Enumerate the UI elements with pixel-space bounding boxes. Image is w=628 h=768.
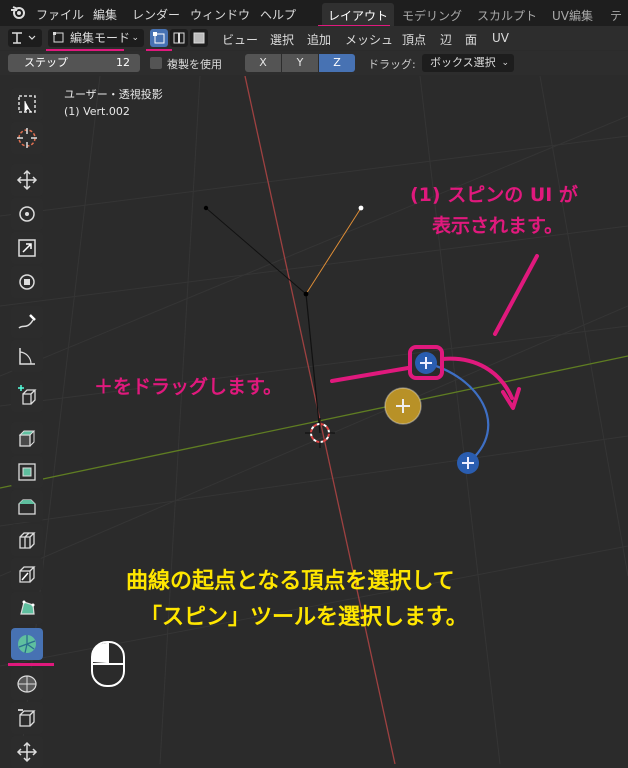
tool-annotate[interactable] xyxy=(11,306,43,338)
loop-cut-icon xyxy=(19,532,36,549)
annotation-arrow-drag xyxy=(330,366,410,383)
top-menubar: ファイル 編集 レンダー ウィンドウ ヘルプ レイアウト モデリング スカルプト… xyxy=(0,0,628,40)
cursor-icon xyxy=(17,128,37,148)
rotate-icon xyxy=(19,206,35,222)
annotation-ui-shown: (1) スピンの UI が 表示されます。 xyxy=(410,180,628,242)
annotation-drag: ＋をドラッグします。 xyxy=(94,376,283,398)
annotation-ui-line1: (1) スピンの UI が xyxy=(410,184,578,206)
highlight-underline-spin xyxy=(8,663,54,666)
header-menu-view[interactable]: ビュー xyxy=(222,31,258,48)
menu-edit[interactable]: 編集 xyxy=(93,6,117,23)
workspace-tab-uv[interactable]: UV編集 xyxy=(552,7,593,24)
annotation-bottom-line2: 「スピン」ツールを選択します。 xyxy=(140,605,468,630)
edge-select-button[interactable] xyxy=(170,29,188,47)
steps-label: ステップ xyxy=(24,56,68,69)
menu-render[interactable]: レンダー xyxy=(132,6,180,23)
tool-edge-slide[interactable] xyxy=(11,702,43,734)
header-menu-vertex[interactable]: 頂点 xyxy=(402,31,426,48)
tool-spin[interactable] xyxy=(11,628,43,660)
header-menu-mesh[interactable]: メッシュ xyxy=(345,31,393,48)
workspace-tab-sculpt[interactable]: スカルプト xyxy=(477,7,537,24)
header-menu-face[interactable]: 面 xyxy=(465,31,477,48)
tool-select-box[interactable] xyxy=(11,88,43,120)
select-box-icon xyxy=(18,95,36,113)
view-name-label: ユーザー・透視投影 xyxy=(64,88,163,101)
edge-slide-icon xyxy=(18,709,36,727)
annotation-arrow-ui xyxy=(493,254,539,336)
editor-type-button[interactable] xyxy=(8,29,42,47)
annotation-bottom-line1: 曲線の起点となる頂点を選択して xyxy=(126,569,455,594)
move-icon xyxy=(16,169,38,191)
extrude-icon xyxy=(18,430,36,447)
transform-icon xyxy=(19,274,35,290)
spin-end-handle-icon[interactable] xyxy=(457,452,479,474)
object-name-label: (1) Vert.002 xyxy=(64,105,130,118)
annotate-icon xyxy=(18,314,36,329)
mouse-icon xyxy=(91,641,125,687)
editor-type-icon xyxy=(12,32,36,44)
tool-extrude[interactable] xyxy=(11,422,43,454)
use-duplicates-checkbox[interactable] xyxy=(150,57,162,69)
menu-window[interactable]: ウィンドウ xyxy=(190,6,250,23)
axis-x-button[interactable]: X xyxy=(245,54,281,72)
edit-mode-icon xyxy=(53,32,64,43)
tool-add-cube[interactable] xyxy=(11,380,43,412)
chevron-down-icon: ⌄ xyxy=(131,33,139,43)
vertex-select-button[interactable] xyxy=(150,29,168,47)
bevel-icon xyxy=(18,499,36,515)
face-select-button[interactable] xyxy=(190,29,208,47)
axis-z-button[interactable]: Z xyxy=(319,54,355,72)
edge-select-icon xyxy=(173,32,185,44)
tool-transform[interactable] xyxy=(11,266,43,298)
tool-knife[interactable] xyxy=(11,558,43,590)
shrink-fatten-icon xyxy=(16,741,38,763)
face-select-icon xyxy=(193,32,205,44)
3d-viewport[interactable]: ユーザー・透視投影 (1) Vert.002 (1) スピンの UI が 表示さ… xyxy=(0,76,628,768)
tool-loop-cut[interactable] xyxy=(11,524,43,556)
tool-measure[interactable] xyxy=(11,340,43,372)
header-menu-select[interactable]: 選択 xyxy=(270,31,294,48)
inset-icon xyxy=(18,463,36,481)
drag-dropdown[interactable]: ボックス選択 ⌄ xyxy=(422,54,514,72)
header-menu-uv[interactable]: UV xyxy=(492,31,509,45)
knife-icon xyxy=(19,566,36,583)
viewport-header: 編集モード ⌄ ビュー 選択 追加 メッシュ 頂点 辺 面 UV xyxy=(0,26,628,52)
tool-smooth[interactable] xyxy=(11,668,43,700)
poly-build-icon xyxy=(20,600,35,615)
tool-scale[interactable] xyxy=(11,232,43,264)
axis-y-button[interactable]: Y xyxy=(282,54,318,72)
menu-file[interactable]: ファイル xyxy=(36,6,84,23)
scale-icon xyxy=(18,239,36,257)
measure-icon xyxy=(19,348,35,365)
drag-label: ドラッグ: xyxy=(368,58,416,71)
menu-help[interactable]: ヘルプ xyxy=(260,6,296,23)
drag-value: ボックス選択 xyxy=(430,56,496,69)
mode-label: 編集モード xyxy=(70,31,131,45)
tool-rotate[interactable] xyxy=(11,198,43,230)
tool-bevel[interactable] xyxy=(11,490,43,522)
tool-move[interactable] xyxy=(11,164,43,196)
vertex-select-icon xyxy=(153,32,165,44)
tool-settings-bar: ステップ 12 複製を使用 X Y Z ドラッグ: ボックス選択 ⌄ xyxy=(0,51,628,75)
header-menu-edge[interactable]: 辺 xyxy=(440,31,452,48)
chevron-down-icon: ⌄ xyxy=(501,58,509,68)
smooth-icon xyxy=(17,675,37,693)
mode-dropdown[interactable]: 編集モード ⌄ xyxy=(48,29,144,47)
tool-inset[interactable] xyxy=(11,456,43,488)
annotation-ui-line2: 表示されます。 xyxy=(432,215,564,237)
steps-value: 12 xyxy=(116,56,130,69)
tool-poly-build[interactable] xyxy=(11,592,43,624)
spin-icon xyxy=(18,635,36,654)
header-menu-add[interactable]: 追加 xyxy=(307,31,331,48)
spin-gizmo-center-icon[interactable] xyxy=(384,387,422,425)
steps-field[interactable]: ステップ 12 xyxy=(8,54,140,72)
tool-cursor[interactable] xyxy=(11,122,43,154)
blender-logo-icon[interactable] xyxy=(10,4,26,20)
annotation-bottom: 曲線の起点となる頂点を選択して 「スピン」ツールを選択します。 xyxy=(126,564,468,636)
workspace-tab-modeling[interactable]: モデリング xyxy=(402,7,462,24)
add-cube-icon xyxy=(18,385,37,405)
tool-shrink-fatten[interactable] xyxy=(11,736,43,768)
spin-start-handle-icon[interactable] xyxy=(415,352,437,374)
use-duplicates-label: 複製を使用 xyxy=(167,58,222,71)
